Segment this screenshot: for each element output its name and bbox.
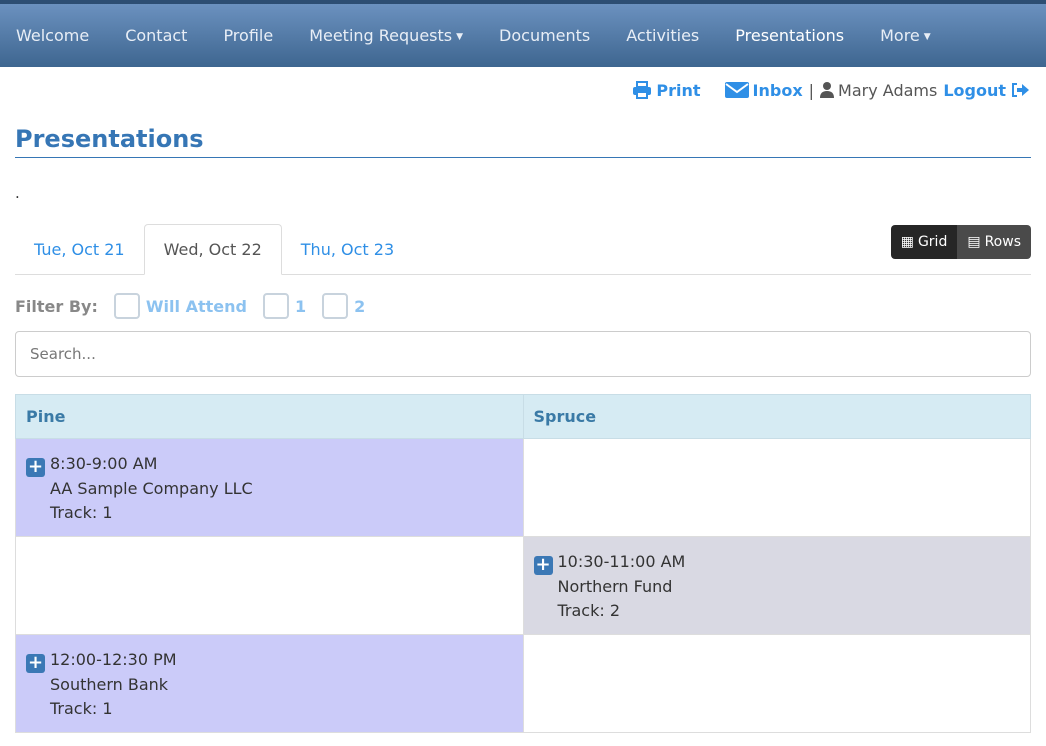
grid-label: Grid <box>917 234 948 250</box>
user-label: Mary Adams <box>838 80 938 100</box>
nav-meeting-requests[interactable]: Meeting Requests ▼ <box>309 26 463 45</box>
expand-plus-icon[interactable]: + <box>26 457 45 477</box>
nav-more[interactable]: More ▼ <box>880 26 931 45</box>
grid-icon: ▦ <box>900 234 914 250</box>
presentation-company: Southern Bank <box>50 674 169 694</box>
print-icon <box>633 81 652 99</box>
page-note: . <box>15 184 20 202</box>
presentation-time: 10:30-11:00 AM <box>557 552 686 571</box>
presentation-time: 8:30-9:00 AM <box>50 454 158 473</box>
presentation-company: AA Sample Company LLC <box>50 478 253 498</box>
table-icon: ▤ <box>967 234 981 250</box>
separator: | <box>808 80 815 100</box>
inbox-label: Inbox <box>752 80 803 100</box>
nav-label: Meeting Requests <box>309 26 453 45</box>
rows-label: Rows <box>984 234 1021 250</box>
empty-cell <box>15 536 524 635</box>
filter-bar: Filter By: Will Attend 1 2 <box>15 293 1031 319</box>
empty-cell <box>522 634 1031 733</box>
presentation-cell: +12:00-12:30 PM Southern Bank Track: 1 <box>15 634 524 733</box>
main-nav: Welcome Contact Profile Meeting Requests… <box>0 0 1046 67</box>
logout-label: Logout <box>943 80 1006 100</box>
sign-out-icon <box>1012 83 1029 97</box>
nav-contact[interactable]: Contact <box>125 26 187 45</box>
track-2-checkbox[interactable] <box>322 293 349 319</box>
tab-wed-oct-22[interactable]: Wed, Oct 22 <box>143 224 282 275</box>
inbox-link[interactable]: Inbox <box>724 80 803 100</box>
track-2-label[interactable]: 2 <box>354 297 365 316</box>
user-bar: Print Inbox | Mary Adams Logout <box>0 67 1046 113</box>
print-label: Print <box>656 80 701 100</box>
track-1-checkbox[interactable] <box>262 293 289 319</box>
expand-plus-icon[interactable]: + <box>533 555 553 575</box>
nav-documents[interactable]: Documents <box>499 26 590 45</box>
nav-presentations[interactable]: Presentations <box>735 26 844 45</box>
column-header-pine: Pine <box>15 394 524 439</box>
presentation-track: Track: 2 <box>557 600 621 620</box>
column-header-spruce: Spruce <box>522 394 1031 439</box>
day-tabs: Tue, Oct 21 Wed, Oct 22 Thu, Oct 23 ▦ Gri… <box>15 224 1031 275</box>
nav-activities[interactable]: Activities <box>626 26 699 45</box>
nav-label: More <box>880 26 920 45</box>
print-link[interactable]: Print <box>632 80 701 100</box>
user-icon <box>820 82 835 98</box>
rows-view-button[interactable]: ▤ Rows <box>957 225 1031 259</box>
grid-view-button[interactable]: ▦ Grid <box>890 225 958 259</box>
search-input[interactable] <box>15 331 1031 377</box>
table-row: +8:30-9:00 AM AA Sample Company LLC Track:… <box>15 438 1031 537</box>
table-row: +12:00-12:30 PM Southern Bank Track: 1 <box>15 634 1031 733</box>
filter-label: Filter By: <box>15 296 98 316</box>
caret-down-icon: ▼ <box>923 31 931 42</box>
nav-profile[interactable]: Profile <box>223 26 273 45</box>
empty-cell <box>522 438 1031 537</box>
presentation-track: Track: 1 <box>50 698 113 718</box>
caret-down-icon: ▼ <box>456 31 464 42</box>
presentation-company: Northern Fund <box>557 576 673 596</box>
will-attend-checkbox[interactable] <box>113 293 140 319</box>
presentation-track: Track: 1 <box>50 502 113 522</box>
track-1-label[interactable]: 1 <box>295 297 306 316</box>
logout-link[interactable]: Logout <box>943 81 1030 100</box>
page-title: Presentations <box>15 125 1031 158</box>
presentation-cell: +8:30-9:00 AM AA Sample Company LLC Track:… <box>15 438 524 537</box>
expand-plus-icon[interactable]: + <box>26 653 45 673</box>
nav-welcome[interactable]: Welcome <box>16 26 89 45</box>
user-name: Mary Adams <box>820 81 937 100</box>
envelope-icon <box>724 82 749 98</box>
view-toggle: ▦ Grid ▤ Rows <box>890 225 1031 259</box>
tab-tue-oct-21[interactable]: Tue, Oct 21 <box>15 224 144 274</box>
tab-thu-oct-23[interactable]: Thu, Oct 23 <box>282 224 413 274</box>
table-row: +10:30-11:00 AM Northern Fund Track: 2 <box>15 536 1031 635</box>
presentations-grid: Pine Spruce +8:30-9:00 AM AA Sample Compa… <box>15 394 1031 733</box>
will-attend-label[interactable]: Will Attend <box>146 297 247 316</box>
presentation-time: 12:00-12:30 PM <box>50 650 177 669</box>
presentation-cell: +10:30-11:00 AM Northern Fund Track: 2 <box>522 536 1031 635</box>
